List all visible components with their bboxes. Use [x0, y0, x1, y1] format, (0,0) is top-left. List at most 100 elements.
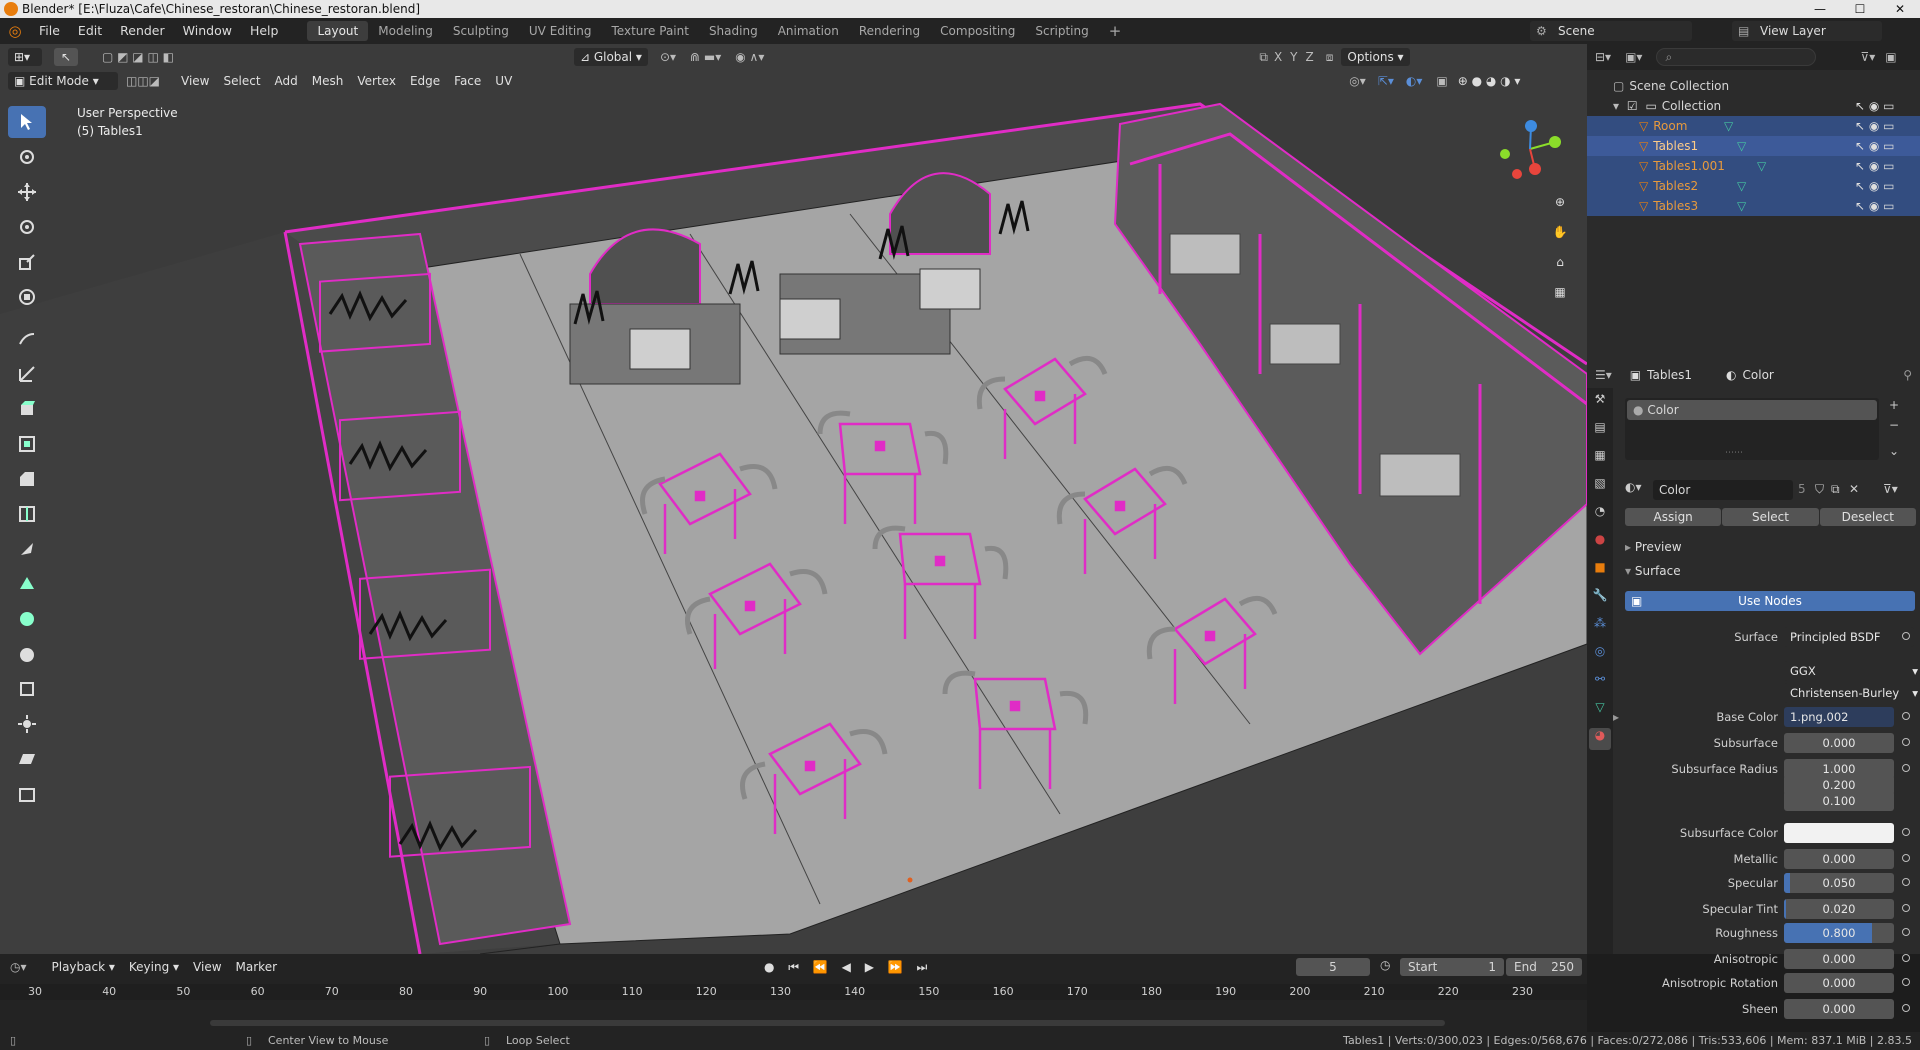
input-socket-icon[interactable]: [1902, 738, 1910, 746]
view-layer-selector[interactable]: ▤ View Layer: [1732, 21, 1882, 41]
base-color-texture-field[interactable]: 1.png.002: [1784, 707, 1894, 727]
scene-selector[interactable]: ⚙ Scene: [1530, 21, 1692, 41]
menu-uv[interactable]: UV: [488, 74, 519, 88]
select-tool[interactable]: [8, 106, 46, 138]
rotate-tool[interactable]: [8, 211, 46, 243]
outliner-object-tables2[interactable]: ▽ Tables2 ▽ ↖ ◉ ▭: [1587, 176, 1920, 196]
object-tab-icon[interactable]: ■: [1589, 560, 1611, 582]
surface-shader-dropdown[interactable]: Principled BSDF: [1784, 627, 1914, 647]
material-browse-icon[interactable]: ◐▾: [1625, 480, 1642, 494]
input-socket-icon[interactable]: [1902, 1004, 1910, 1012]
spin-tool[interactable]: [8, 603, 46, 635]
close-icon[interactable]: ✕: [1880, 0, 1920, 18]
blender-menu-icon[interactable]: ◎: [0, 22, 30, 40]
menu-edge[interactable]: Edge: [403, 74, 447, 88]
shader-input-field[interactable]: 0.000: [1784, 999, 1894, 1019]
tab-animation[interactable]: Animation: [768, 21, 849, 41]
navigation-gizmo[interactable]: [1495, 114, 1565, 184]
shader-input-field[interactable]: 0.050: [1784, 873, 1894, 893]
shear-tool[interactable]: [8, 743, 46, 775]
input-socket-icon[interactable]: [1902, 878, 1910, 886]
tab-texture-paint[interactable]: Texture Paint: [602, 21, 699, 41]
transform-tool[interactable]: [8, 281, 46, 313]
shader-input-field[interactable]: 0.000: [1784, 973, 1894, 993]
object-visibility-icons[interactable]: ↖ ◉ ▭: [1855, 176, 1895, 196]
move-tool[interactable]: [8, 176, 46, 208]
input-socket-icon[interactable]: [1902, 828, 1910, 836]
extrude-region-tool[interactable]: [8, 393, 46, 425]
annotate-tool[interactable]: [8, 323, 46, 355]
mesh-select-mode-icons[interactable]: ◫◫◪: [126, 74, 160, 88]
options-dropdown[interactable]: Options ▾: [1341, 48, 1410, 66]
scale-tool[interactable]: [8, 246, 46, 278]
filter-icon[interactable]: ⊽▾: [1860, 50, 1875, 64]
collection-checkbox[interactable]: ☑: [1627, 99, 1638, 113]
particles-tab-icon[interactable]: ⁂: [1589, 616, 1611, 638]
menu-render[interactable]: Render: [111, 18, 174, 44]
ortho-grid-icon[interactable]: ▦: [1548, 280, 1572, 304]
outliner-object-room[interactable]: ▽ Room ▽ ↖ ◉ ▭: [1587, 116, 1920, 136]
current-frame-field[interactable]: 5: [1296, 958, 1370, 976]
frame-ruler[interactable]: 30 40 50 60 70 80 90 100 110 120 130 140 150 160 170 18…: [0, 984, 1587, 1000]
xray-icon[interactable]: ▣: [1436, 74, 1447, 88]
snap-icon[interactable]: ⋒ ▬▾: [690, 50, 721, 64]
node-browse-icon[interactable]: ⊽▾: [1883, 482, 1898, 496]
input-socket-icon[interactable]: [1902, 928, 1910, 936]
shader-input-field[interactable]: 0.000: [1784, 733, 1894, 753]
input-socket-icon[interactable]: [1902, 954, 1910, 962]
outliner-collection[interactable]: ▾ ☑ ▭ Collection ↖ ◉ ▭: [1587, 96, 1920, 116]
input-socket-icon[interactable]: [1902, 764, 1910, 772]
edge-slide-tool[interactable]: [8, 673, 46, 705]
output-tab-icon[interactable]: ▦: [1589, 448, 1611, 470]
bevel-tool[interactable]: [8, 463, 46, 495]
input-socket-icon[interactable]: [1902, 978, 1910, 986]
outliner-object-tables3[interactable]: ▽ Tables3 ▽ ↖ ◉ ▭: [1587, 196, 1920, 216]
shader-input-field[interactable]: [1784, 823, 1894, 843]
smooth-tool[interactable]: [8, 638, 46, 670]
timeline-type-icon[interactable]: ◷▾: [10, 960, 27, 974]
tab-scripting[interactable]: Scripting: [1025, 21, 1098, 41]
visibility-icon[interactable]: ◎▾: [1349, 74, 1366, 88]
inset-faces-tool[interactable]: [8, 428, 46, 460]
cursor-tool[interactable]: [8, 141, 46, 173]
menu-face[interactable]: Face: [447, 74, 488, 88]
new-collection-icon[interactable]: ▣: [1885, 50, 1896, 64]
outliner-object-tables1[interactable]: ▽ Tables1 ▽ ↖ ◉ ▭: [1587, 136, 1920, 156]
tab-compositing[interactable]: Compositing: [930, 21, 1025, 41]
menu-timeline-view[interactable]: View: [186, 960, 228, 974]
knife-tool[interactable]: [8, 533, 46, 565]
timeline-scrollbar[interactable]: [210, 1020, 1445, 1026]
menu-window[interactable]: Window: [174, 18, 241, 44]
use-preview-range-icon[interactable]: ◷: [1380, 958, 1390, 972]
surface-socket-icon[interactable]: [1902, 632, 1910, 640]
base-color-socket-icon[interactable]: [1902, 712, 1910, 720]
preview-panel-header[interactable]: ▸ Preview: [1625, 540, 1682, 554]
remove-slot-icon[interactable]: −: [1889, 418, 1899, 432]
tab-sculpting[interactable]: Sculpting: [443, 21, 519, 41]
auto-merge-icon[interactable]: ⧈: [1326, 50, 1334, 65]
distribution-dropdown[interactable]: GGX ▾: [1784, 661, 1920, 681]
axis-y-toggle[interactable]: Y: [1290, 50, 1297, 64]
axis-z-toggle[interactable]: Z: [1306, 50, 1314, 64]
tab-rendering[interactable]: Rendering: [849, 21, 930, 41]
duplicate-material-icon[interactable]: ⧉: [1831, 482, 1840, 497]
menu-edit[interactable]: Edit: [69, 18, 111, 44]
material-slot-item[interactable]: ● Color: [1627, 400, 1877, 420]
tab-layout[interactable]: Layout: [307, 21, 369, 41]
object-visibility-icons[interactable]: ↖ ◉ ▭: [1855, 156, 1895, 176]
editor-type-icon[interactable]: ⊞▾: [8, 48, 42, 66]
shader-input-field[interactable]: 0.000: [1784, 849, 1894, 869]
object-visibility-icons[interactable]: ↖ ◉ ▭: [1855, 136, 1895, 156]
menu-view[interactable]: View: [174, 74, 216, 88]
scene-tab-icon[interactable]: ◔: [1589, 504, 1611, 526]
menu-file[interactable]: File: [30, 18, 69, 44]
view-layer-tab-icon[interactable]: ▧: [1589, 476, 1611, 498]
menu-mesh[interactable]: Mesh: [305, 74, 351, 88]
list-resize-handle[interactable]: ⋯⋯: [1725, 448, 1743, 458]
measure-tool[interactable]: [8, 358, 46, 390]
end-frame-field[interactable]: End 250: [1506, 958, 1582, 976]
mesh-data-tab-icon[interactable]: ▽: [1589, 700, 1611, 722]
3d-viewport[interactable]: ⊞▾ ↖ ▢ ◩ ◪ ◫ ◧ ⊿ Global ▾ ⊙▾ ⋒ ▬▾ ◉ ∧▾ ⧉…: [0, 44, 1587, 954]
menu-marker[interactable]: Marker: [229, 960, 284, 974]
shrink-fatten-tool[interactable]: [8, 708, 46, 740]
